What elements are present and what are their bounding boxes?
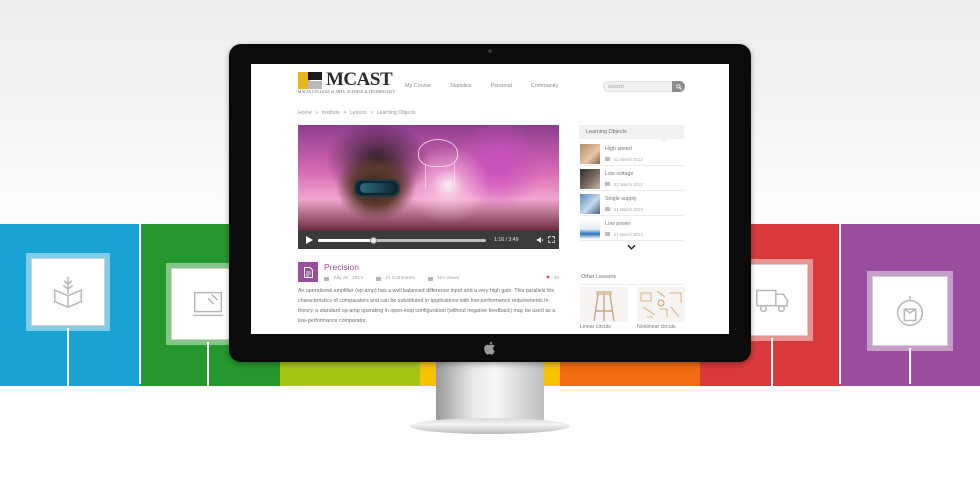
- comment-icon: [376, 276, 381, 281]
- learning-object-item[interactable]: Low power 21 March 2013: [580, 217, 684, 241]
- lesson-thumbnail[interactable]: [637, 287, 685, 322]
- learning-object-item[interactable]: Single supply 21 March 2013: [580, 192, 684, 216]
- camera-icon: [488, 49, 492, 53]
- nav-item-community[interactable]: Community: [531, 83, 558, 89]
- breadcrumb-institute[interactable]: Institute: [322, 110, 340, 116]
- video-frame-jellyfish: [418, 139, 458, 188]
- sign-wheat-book: [31, 258, 105, 386]
- breadcrumb-lesson[interactable]: Lesson: [350, 110, 367, 116]
- search-input[interactable]: [608, 83, 670, 91]
- article-description: An operational amplifier (op-amp) has a …: [298, 288, 556, 324]
- article-type-badge: [298, 262, 318, 282]
- nav-item-personal[interactable]: Personal: [491, 83, 512, 89]
- monitor-base: [410, 418, 570, 434]
- stool-illustration-icon: [593, 291, 615, 322]
- breadcrumb-separator: >: [370, 110, 374, 116]
- browser-screen: MCAST MALTA COLLEGE of ARTS, SCIENCE & T…: [251, 64, 729, 334]
- learning-object-title: Low power: [605, 221, 631, 227]
- main-nav: My Course Statistics Personal Community: [405, 83, 558, 89]
- divider: [580, 284, 684, 285]
- eye-icon: [428, 276, 433, 281]
- learning-object-title: Single supply: [605, 196, 637, 202]
- volume-icon[interactable]: [536, 236, 544, 244]
- learning-objects-header: Learning Objects: [579, 125, 684, 143]
- site-logo[interactable]: MCAST MALTA COLLEGE of ARTS, SCIENCE & T…: [298, 69, 395, 94]
- brand-name: MCAST: [326, 69, 393, 90]
- learning-object-date: 21 March 2013: [614, 207, 643, 212]
- heart-icon[interactable]: ♥: [546, 275, 550, 281]
- band-segment-orange: [560, 358, 700, 386]
- learning-object-item[interactable]: Low voltage 21 March 2013: [580, 167, 684, 191]
- nav-item-my-course[interactable]: My Course: [405, 83, 431, 89]
- band-divider: [139, 224, 141, 384]
- compass-box-icon: [896, 295, 924, 327]
- search-icon: [675, 83, 682, 90]
- wheat-book-icon: [53, 276, 83, 309]
- breadcrumb: Home > Institute > Lesson > Learning Obj…: [298, 110, 418, 116]
- article-views: 124 Views: [428, 276, 459, 281]
- calendar-icon: [324, 276, 329, 281]
- play-icon[interactable]: [306, 236, 313, 244]
- learning-object-thumbnail: [580, 144, 600, 164]
- video-player[interactable]: 1:16 / 3:49: [298, 125, 559, 249]
- learning-object-date: 21 March 2013: [614, 232, 643, 237]
- breadcrumb-separator: >: [315, 110, 319, 116]
- monitor-stand: [436, 362, 544, 424]
- learning-object-thumbnail: [580, 169, 600, 189]
- article-meta: July 25 , 2013 12 Comments 124 Views ♥ 18: [324, 275, 560, 284]
- drafting-board-icon: [192, 291, 224, 317]
- nav-item-statistics[interactable]: Statistics: [450, 83, 472, 89]
- video-seek-progress: [318, 239, 374, 242]
- fullscreen-icon[interactable]: [548, 236, 555, 243]
- sketch-illustration-icon: [640, 290, 682, 318]
- article-date: July 25 , 2013: [324, 276, 363, 281]
- other-lessons-header: Other Lessons: [581, 274, 617, 280]
- learning-object-thumbnail: [580, 194, 600, 214]
- video-controls: 1:16 / 3:49: [298, 231, 559, 249]
- search-button[interactable]: [672, 81, 685, 92]
- video-seek-bar[interactable]: [318, 237, 486, 244]
- learning-object-thumbnail: [580, 219, 600, 239]
- lesson-title[interactable]: Linear circuts: [580, 324, 611, 330]
- video-seek-handle[interactable]: [370, 237, 378, 244]
- learning-object-date: 21 March 2013: [614, 182, 643, 187]
- article-comments[interactable]: 12 Comments: [376, 276, 415, 281]
- learning-object-date: 21 March 2013: [614, 157, 643, 162]
- calendar-icon: [605, 232, 610, 236]
- calendar-icon: [605, 157, 610, 161]
- lesson-thumbnail[interactable]: [580, 287, 628, 322]
- sign-compass-box: [872, 276, 948, 384]
- chevron-down-icon[interactable]: [627, 244, 636, 250]
- calendar-icon: [605, 182, 610, 186]
- video-frame-goggles: [354, 179, 400, 197]
- breadcrumb-home[interactable]: Home: [298, 110, 312, 116]
- article-title: Precision: [324, 262, 359, 272]
- learning-object-title: Low voltage: [605, 171, 634, 177]
- lesson-title[interactable]: Nonlinear circuts: [637, 324, 676, 330]
- learning-object-item[interactable]: High speed 21 March 2013: [580, 142, 684, 166]
- apple-logo-icon: [484, 341, 495, 355]
- breadcrumb-separator: >: [343, 110, 347, 116]
- band-segment-lime: [280, 358, 420, 386]
- learning-object-title: High speed: [605, 146, 632, 152]
- video-time: 1:16 / 3:49: [494, 237, 519, 243]
- brand-subtitle: MALTA COLLEGE of ARTS, SCIENCE & TECHNOL…: [298, 90, 396, 94]
- truck-icon: [756, 289, 788, 313]
- band-divider: [839, 224, 841, 384]
- calendar-icon: [605, 207, 610, 211]
- breadcrumb-current: Learning Objects: [376, 110, 416, 116]
- article-likes[interactable]: ♥ 18: [546, 275, 559, 281]
- brand-mark-icon: [298, 72, 324, 89]
- search-box: [603, 81, 685, 92]
- document-icon: [303, 266, 313, 278]
